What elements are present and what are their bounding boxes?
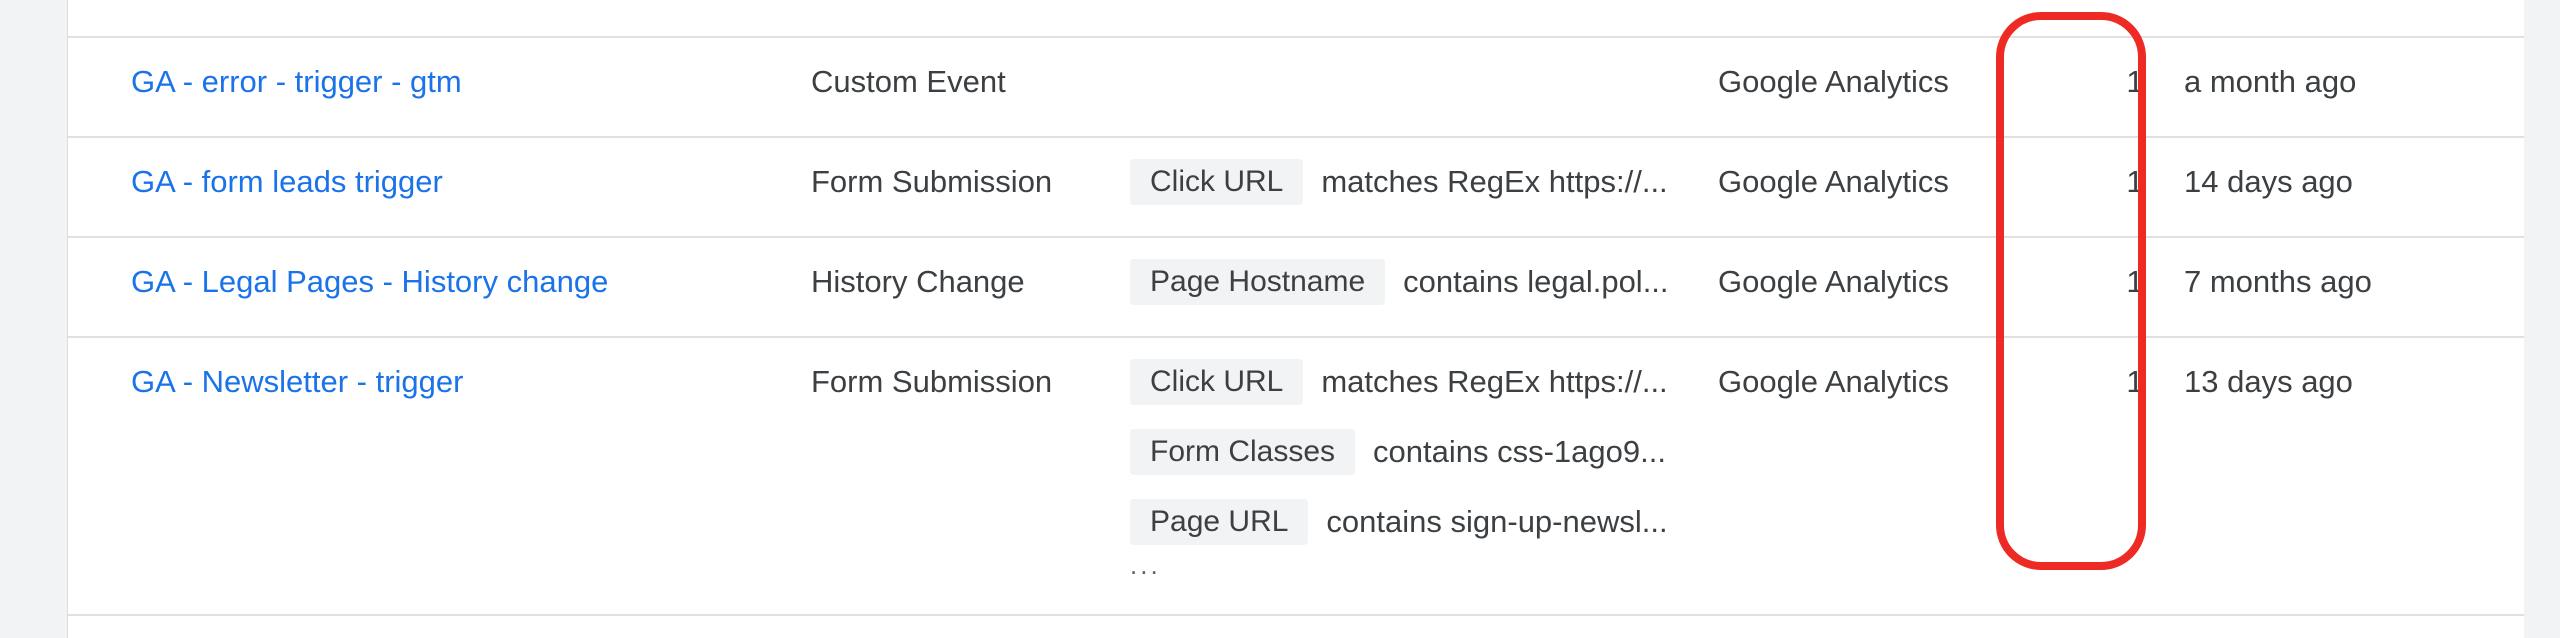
table-row-divider bbox=[68, 614, 2524, 616]
condition-text: matches RegEx https://... bbox=[1321, 364, 1668, 399]
table-row[interactable] bbox=[68, 0, 2524, 38]
tag-count: 1 bbox=[2126, 64, 2144, 99]
tag-count: 1 bbox=[2126, 264, 2144, 299]
trigger-source: Google Analytics bbox=[1718, 64, 1949, 99]
filter-condition: Click URL matches RegEx https://... bbox=[1130, 359, 1690, 405]
last-edited: 7 months ago bbox=[2184, 264, 2372, 299]
screenshot-stage: GA - error - trigger - gtm Custom Event … bbox=[0, 0, 2560, 638]
event-type: History Change bbox=[811, 264, 1025, 299]
condition-text: contains sign-up-newsl... bbox=[1326, 504, 1668, 539]
table-row[interactable]: GA - error - trigger - gtm Custom Event … bbox=[68, 36, 2524, 136]
event-type: Form Submission bbox=[811, 164, 1053, 199]
condition-text: matches RegEx https://... bbox=[1321, 164, 1668, 199]
more-conditions-indicator: ... bbox=[1130, 550, 1161, 580]
last-edited: 13 days ago bbox=[2184, 364, 2353, 399]
condition-text: contains legal.pol... bbox=[1403, 264, 1669, 299]
filter-conditions: Page Hostname contains legal.pol... bbox=[1130, 259, 1690, 329]
condition-text: contains css-1ago9... bbox=[1373, 434, 1666, 469]
trigger-name-link[interactable]: GA - form leads trigger bbox=[131, 162, 443, 202]
trigger-name-link[interactable]: GA - Legal Pages - History change bbox=[131, 262, 608, 302]
variable-chip: Form Classes bbox=[1130, 429, 1356, 475]
filter-conditions: Click URL matches RegEx https://... bbox=[1130, 159, 1690, 229]
trigger-name-link[interactable]: GA - error - trigger - gtm bbox=[131, 62, 462, 102]
last-edited: 14 days ago bbox=[2184, 164, 2353, 199]
table-row[interactable]: GA - form leads trigger Form Submission … bbox=[68, 136, 2524, 236]
triggers-table: GA - error - trigger - gtm Custom Event … bbox=[67, 0, 2524, 638]
last-edited: a month ago bbox=[2184, 64, 2357, 99]
tag-count: 1 bbox=[2126, 364, 2144, 399]
variable-chip: Click URL bbox=[1130, 359, 1304, 405]
trigger-source: Google Analytics bbox=[1718, 164, 1949, 199]
variable-chip: Page Hostname bbox=[1130, 259, 1386, 305]
table-row[interactable]: GA - Legal Pages - History change Histor… bbox=[68, 236, 2524, 336]
filter-condition: Form Classes contains css-1ago9... bbox=[1130, 429, 1690, 475]
trigger-source: Google Analytics bbox=[1718, 364, 1949, 399]
event-type: Form Submission bbox=[811, 364, 1053, 399]
variable-chip: Click URL bbox=[1130, 159, 1304, 205]
trigger-source: Google Analytics bbox=[1718, 264, 1949, 299]
tag-count: 1 bbox=[2126, 164, 2144, 199]
table-row[interactable]: GA - Newsletter - trigger Form Submissio… bbox=[68, 336, 2524, 614]
filter-condition: Click URL matches RegEx https://... bbox=[1130, 159, 1690, 205]
filter-condition: Page URL contains sign-up-newsl... bbox=[1130, 499, 1690, 545]
variable-chip: Page URL bbox=[1130, 499, 1309, 545]
filter-condition: Page Hostname contains legal.pol... bbox=[1130, 259, 1690, 305]
filter-conditions: Click URL matches RegEx https://... Form… bbox=[1130, 359, 1690, 579]
event-type: Custom Event bbox=[811, 64, 1006, 99]
trigger-name-link[interactable]: GA - Newsletter - trigger bbox=[131, 362, 463, 402]
